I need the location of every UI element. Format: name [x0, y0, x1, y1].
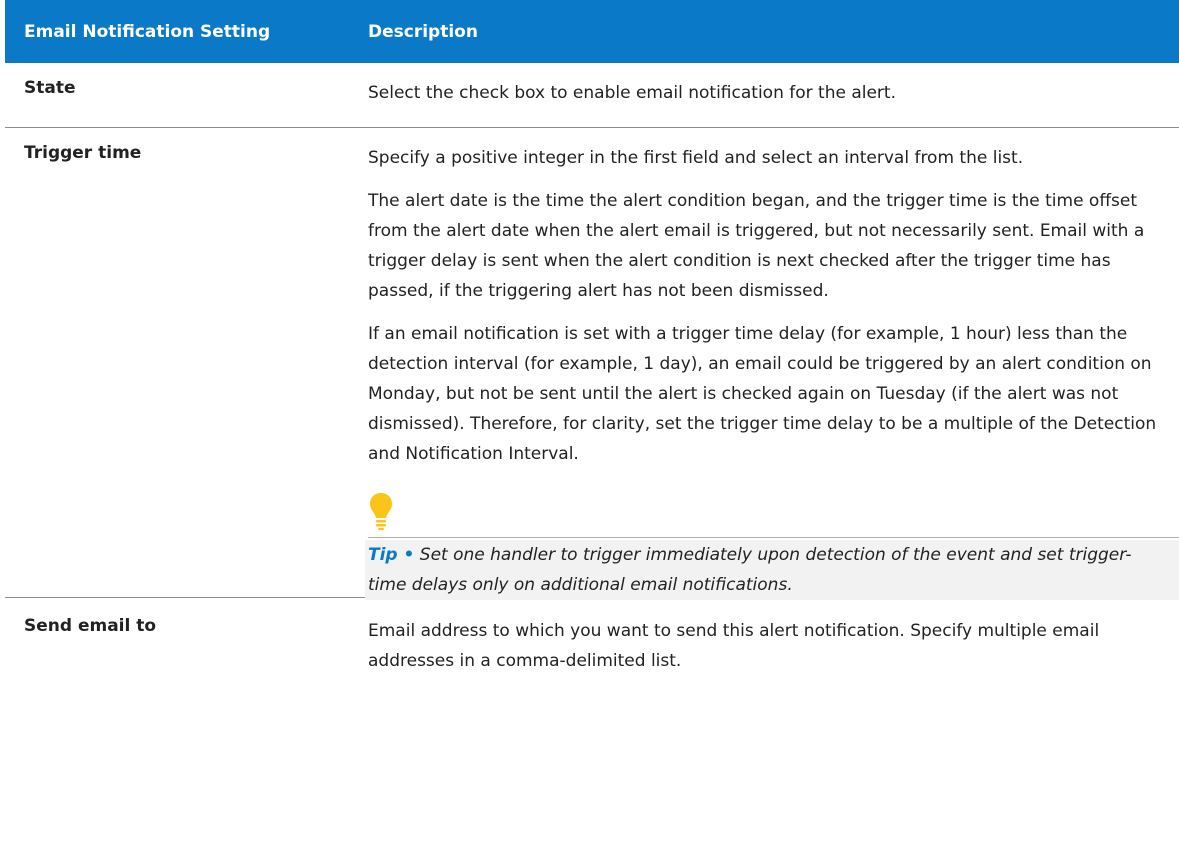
header-setting: Email Notification Setting — [24, 21, 271, 42]
settings-table: Email Notification Setting Description S… — [5, 0, 1179, 676]
tip-divider — [368, 537, 1179, 538]
description-paragraph: If an email notification is set with a t… — [368, 324, 1157, 464]
header-description: Description — [368, 21, 478, 42]
lightbulb-icon — [370, 493, 392, 530]
description-paragraph: Email address to which you want to send … — [368, 621, 1100, 671]
description-paragraph: Specify a positive integer in the first … — [368, 148, 1024, 168]
table-row: Send email to Email address to which you… — [5, 598, 1179, 676]
tip-body: Set one handler to trigger immediately u… — [368, 545, 1132, 595]
setting-description: Select the check box to enable email not… — [368, 63, 1179, 127]
description-paragraph: Select the check box to enable email not… — [368, 83, 896, 103]
setting-name: Send email to — [24, 616, 157, 636]
setting-description: Specify a positive integer in the first … — [365, 128, 1179, 600]
table-row: State Select the check box to enable ema… — [5, 63, 1179, 128]
table-row: Trigger time Specify a positive integer … — [5, 128, 1179, 600]
tip-box: Tip • Set one handler to trigger immedia… — [365, 540, 1179, 600]
setting-description: Email address to which you want to send … — [368, 598, 1179, 676]
description-paragraph: The alert date is the time the alert con… — [368, 191, 1145, 301]
tip-text: Tip • Set one handler to trigger immedia… — [368, 540, 1165, 600]
setting-name: Trigger time — [24, 143, 142, 163]
setting-name: State — [24, 78, 76, 98]
table-header: Email Notification Setting Description — [5, 0, 1179, 63]
tip-label: Tip • — [368, 545, 415, 565]
